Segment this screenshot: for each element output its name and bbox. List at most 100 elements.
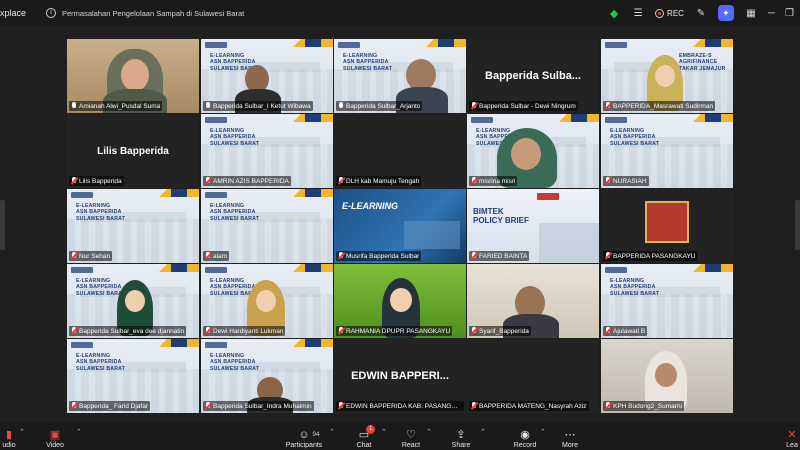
- slide-title: BIMTEK POLICY BRIEF: [473, 207, 529, 225]
- participants-button[interactable]: ☺ 94 Participants: [284, 422, 324, 450]
- slide-title: EMBRAZE-S AGRIFINANCE TAKAR JEMAJUR: [679, 53, 726, 72]
- edit-pen-icon[interactable]: ✎: [694, 6, 708, 20]
- participant-tile[interactable]: E-LEARNING ASN BAPPERIDA SULAWESI BARAT Ba…: [67, 264, 199, 338]
- participant-name-label: Musrifa Bapperida Sulbar: [336, 251, 422, 261]
- participants-options-caret[interactable]: ⌃: [329, 428, 335, 436]
- participant-tile[interactable]: E-LEARNING ASN BAPPERIDA SULAWESI BARAT De…: [201, 264, 333, 338]
- video-options-caret[interactable]: ⌃: [76, 428, 82, 436]
- mic-muted-icon: [205, 327, 211, 335]
- participant-name-label: AMRIN AZIS BAPPERIDA: [203, 176, 291, 186]
- participant-name-label: BAPPERIDA PASANGKAYU: [603, 251, 698, 261]
- participants-label: Participants: [285, 442, 323, 449]
- audio-label: udio: [2, 442, 16, 449]
- participant-tile[interactable]: BAPPERIDA PASANGKAYU: [601, 189, 733, 263]
- slide-title: E-LEARNINGASN BAPPERIDASULAWESI BARAT: [210, 203, 260, 222]
- slide-title: E-LEARNINGASN BAPPERIDASULAWESI BARAT: [210, 353, 260, 372]
- mic-muted-icon: [605, 402, 611, 410]
- share-options-caret[interactable]: ⌃: [480, 428, 486, 436]
- meeting-title: Permasalahan Pengelolaan Sampah di Sulaw…: [62, 8, 245, 18]
- mic-muted-icon: [605, 177, 611, 185]
- slide-title: E-LEARNINGASN BAPPERIDASULAWESI BARAT: [610, 278, 660, 297]
- right-page-handle[interactable]: [795, 200, 800, 250]
- participant-name-label: Bapperida Sulbar_Indra Muhaimin: [203, 401, 314, 411]
- more-button[interactable]: ⋯ More: [560, 422, 580, 450]
- left-page-handle[interactable]: [0, 200, 5, 250]
- transcript-icon[interactable]: ☰: [631, 6, 645, 20]
- record-icon: ◉: [520, 429, 530, 441]
- participant-tile[interactable]: Amianah Alwi_Pusdal Suma: [67, 39, 199, 113]
- share-button[interactable]: ⇪ Share: [450, 422, 472, 450]
- mic-muted-icon: [205, 252, 211, 260]
- participant-tile[interactable]: E-LEARNING ASN BAPPERIDA SULAWESI BARAT Ba…: [201, 39, 333, 113]
- mic-muted-icon: [471, 177, 477, 185]
- participant-name-label: Dewi Hardiyanti Lukman: [203, 326, 286, 336]
- participant-tile[interactable]: BAPPERIDA MATENG_Nasyrah Aziz: [467, 339, 599, 413]
- audio-button[interactable]: ▮ udio: [0, 422, 18, 450]
- mic-muted-icon: [471, 102, 477, 110]
- participant-tile[interactable]: RAHMANIA DPUPR PASANGKAYU: [334, 264, 466, 338]
- participants-icon: ☺ 94: [298, 429, 320, 441]
- participant-tile[interactable]: E-LEARNING ASN BAPPERIDA SULAWESI BARAT Ba…: [201, 339, 333, 413]
- minimize-icon[interactable]: ─: [768, 8, 775, 19]
- participant-tile[interactable]: E-LEARNING ASN BAPPERIDA SULAWESI BARAT Ba…: [67, 339, 199, 413]
- participant-name-label: Bapperida Sulbar_I Ketut Wibawa: [203, 101, 313, 111]
- participant-tile[interactable]: Syarif_Bapperida: [467, 264, 599, 338]
- participant-tile[interactable]: E-LEARNING ASN BAPPERIDA SULAWESI BARAT NU…: [601, 114, 733, 188]
- participant-tile[interactable]: E-LEARNING ASN BAPPERIDA SULAWESI BARAT AM…: [201, 114, 333, 188]
- participant-name-label: KPH Budong2_Sumarni: [603, 401, 685, 411]
- participant-tile[interactable]: E-LEARNING ASN BAPPERIDA SULAWESI BARAT Aj…: [601, 264, 733, 338]
- ai-companion-icon[interactable]: ✦: [717, 5, 734, 21]
- leave-button[interactable]: ✕ Lea: [784, 422, 800, 450]
- participant-logo: [645, 201, 689, 243]
- mic-muted-icon: [71, 177, 77, 185]
- participant-name-label: EDWIN BAPPERIDA KAB. PASANGKA...: [336, 401, 464, 411]
- participant-tile[interactable]: BIMTEK POLICY BRIEF FARIED BAINTA: [467, 189, 599, 263]
- slide-title: E-LEARNING: [342, 201, 398, 211]
- slide-title: E-LEARNINGASN BAPPERIDASULAWESI BARAT: [76, 278, 126, 297]
- top-right-controls: ◆ ☰ REC ✎ ✦ ▦ ─ ❐: [607, 0, 794, 26]
- mic-muted-icon: [71, 327, 77, 335]
- restore-window-icon[interactable]: ❐: [785, 8, 794, 19]
- participant-name-label: BAPPERIDA_Masrawati Sudirman: [603, 101, 716, 111]
- record-button[interactable]: ◉ Record: [512, 422, 538, 450]
- participant-name-label: Lilis Bapperida: [69, 176, 124, 186]
- leave-icon: ✕: [787, 429, 797, 441]
- record-dot-icon: [655, 8, 665, 18]
- participant-name-label: BAPPERIDA MATENG_Nasyrah Aziz: [469, 401, 589, 411]
- participant-tile[interactable]: E-LEARNINGASN BAPPERIDASULAWESI BARAT mi…: [467, 114, 599, 188]
- mic-icon: [205, 102, 211, 110]
- participant-tile[interactable]: E-LEARNING ASN BAPPERIDA SULAWESI BARAT Ba…: [334, 39, 466, 113]
- participant-name-label: Bapperida_ Farid Djafar: [69, 401, 151, 411]
- title-bar: xplace i Permasalahan Pengelolaan Sampah…: [0, 0, 800, 26]
- security-shield-icon[interactable]: ◆: [607, 6, 621, 20]
- chat-button[interactable]: ▭ 1 Chat: [354, 422, 376, 450]
- mic-muted-icon: [338, 252, 344, 260]
- participant-tile[interactable]: E-LEARNING Musrifa Bapperida Sulbar: [334, 189, 466, 263]
- participant-name-label: alam: [203, 251, 230, 261]
- participant-tile[interactable]: E-LEARNING ASN BAPPERIDA SULAWESI BARAT Nu…: [67, 189, 199, 263]
- participant-tile[interactable]: Bapperida Sulba... Bapperida Sulbar - De…: [467, 39, 599, 113]
- participant-tile[interactable]: DLH kab Mamuju Tengah: [334, 114, 466, 188]
- audio-options-caret[interactable]: ⌃: [19, 428, 25, 436]
- participant-tile[interactable]: EMBRAZE-S AGRIFINANCE TAKAR JEMAJUR BAPP…: [601, 39, 733, 113]
- apps-grid-icon[interactable]: ▦: [744, 6, 758, 20]
- chat-bubble-icon: ▭ 1: [359, 425, 376, 442]
- mic-muted-icon: [605, 102, 611, 110]
- recording-indicator[interactable]: REC: [655, 8, 684, 18]
- participant-tile[interactable]: E-LEARNING ASN BAPPERIDA SULAWESI BARAT al…: [201, 189, 333, 263]
- video-label: Video: [46, 442, 64, 449]
- participant-tile[interactable]: EDWIN BAPPERI... EDWIN BAPPERIDA KAB. PA…: [334, 339, 466, 413]
- mic-muted-icon: [471, 327, 477, 335]
- react-options-caret[interactable]: ⌃: [426, 428, 432, 436]
- chat-unread-badge: 1: [366, 425, 376, 434]
- slide-title: E-LEARNINGASN BAPPERIDASULAWESI BARAT: [76, 203, 126, 222]
- participant-tile[interactable]: Lilis Bapperida Lilis Bapperida: [67, 114, 199, 188]
- video-button[interactable]: ▣ Video: [44, 422, 66, 450]
- react-button[interactable]: ♡ React: [400, 422, 422, 450]
- info-icon[interactable]: i: [46, 8, 56, 18]
- chat-options-caret[interactable]: ⌃: [381, 428, 387, 436]
- participant-name-label: Syarif_Bapperida: [469, 326, 531, 336]
- participant-name-label: NURASIAH: [603, 176, 649, 186]
- record-options-caret[interactable]: ⌃: [540, 428, 546, 436]
- participant-tile[interactable]: KPH Budong2_Sumarni: [601, 339, 733, 413]
